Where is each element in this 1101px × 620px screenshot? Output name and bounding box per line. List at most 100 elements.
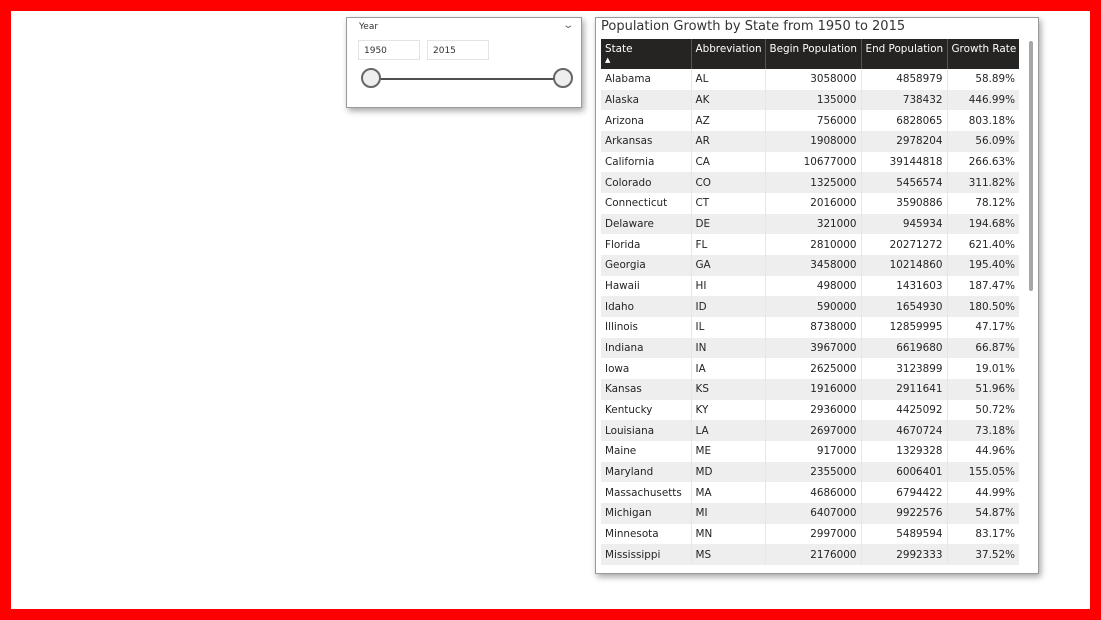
column-header-abbreviation[interactable]: Abbreviation [691, 39, 766, 69]
cell-state: Delaware [601, 213, 692, 235]
cell-begin-population: 2810000 [765, 234, 862, 256]
cell-begin-population: 10677000 [765, 151, 862, 173]
cell-state: California [601, 151, 692, 173]
cell-abbreviation: MA [691, 482, 766, 504]
cell-growth-rate: 621.40% [968, 238, 1015, 251]
table-row[interactable]: Illinois IL 8738000 12859995 47.17% [601, 317, 1019, 338]
slider-track[interactable] [371, 78, 565, 80]
vertical-scrollbar[interactable] [1029, 41, 1033, 291]
cell-end-population: 1431603 [861, 275, 948, 297]
column-header-begin-population[interactable]: Begin Population [765, 39, 862, 69]
cell-end-population: 6794422 [861, 482, 948, 504]
cell-end-population: 2978204 [861, 131, 948, 152]
column-header-state[interactable]: State ▲ [601, 39, 692, 69]
cell-end-population: 3590886 [861, 193, 948, 214]
cell-state: Indiana [601, 337, 692, 359]
frame-right-border [1090, 0, 1101, 620]
start-year-input[interactable]: 1950 [358, 40, 420, 60]
cell-growth-rate: 54.87% [947, 503, 1019, 524]
cell-end-population: 2992333 [861, 544, 948, 566]
cell-end-population: 2911641 [861, 379, 948, 400]
cell-abbreviation: MI [691, 503, 766, 524]
end-year-input[interactable]: 2015 [427, 40, 489, 60]
cell-end-population: 6828065 [861, 110, 948, 132]
table-row[interactable]: Alabama AL 3058000 4858979 58.89% [601, 69, 1019, 90]
cell-abbreviation: CA [691, 151, 766, 173]
table-row[interactable]: Alaska AK 135000 738432 446.99% [601, 89, 1019, 111]
cell-abbreviation: AZ [691, 110, 766, 132]
table-row[interactable]: Indiana IN 3967000 6619680 66.87% [601, 337, 1019, 359]
cell-growth-rate: 194.68% [947, 213, 1019, 235]
cell-begin-population: 2176000 [765, 544, 862, 566]
cell-begin-population: 2697000 [765, 420, 862, 442]
cell-state: Alabama [601, 69, 692, 90]
frame-top-border [0, 0, 1101, 11]
table-row[interactable]: Mississippi MS 2176000 2992333 37.52% [601, 544, 1019, 566]
table-row[interactable]: Delaware DE 321000 945934 194.68% [601, 213, 1019, 235]
cell-begin-population: 1908000 [765, 131, 862, 152]
table-row[interactable]: Georgia GA 3458000 10214860 195.40% [601, 255, 1019, 276]
column-header-label: State [605, 43, 633, 55]
cell-begin-population: 8738000 [765, 317, 862, 338]
column-header-growth-rate[interactable]: Growth Rate [947, 39, 1019, 69]
cell-state: Mississippi [601, 544, 692, 566]
table-row[interactable]: Florida FL 2810000 20271272 621.40% [601, 234, 1019, 256]
cell-begin-population: 917000 [765, 441, 862, 462]
table-row[interactable]: Kentucky KY 2936000 4425092 50.72% [601, 399, 1019, 421]
cell-begin-population: 4686000 [765, 482, 862, 504]
cell-abbreviation: MD [691, 461, 766, 483]
cell-growth-rate: 78.12% [975, 197, 1015, 210]
cell-state: Idaho [601, 296, 692, 318]
table-row[interactable]: Connecticut CT 2016000 3590886 78.12% [601, 193, 1019, 214]
cell-growth-rate: 311.82% [947, 172, 1019, 194]
table-row[interactable]: Michigan MI 6407000 9922576 54.87% [601, 503, 1019, 524]
cell-end-population: 6619680 [861, 337, 948, 359]
cell-growth-rate: 446.99% [947, 89, 1019, 111]
table-row[interactable]: California CA 10677000 39144818 266.63% [601, 151, 1019, 173]
cell-state: Minnesota [601, 523, 692, 545]
cell-abbreviation: KY [691, 399, 766, 421]
cell-growth-rate: 19.01% [975, 362, 1015, 375]
cell-state: Kentucky [601, 399, 692, 421]
cell-abbreviation: CO [691, 172, 766, 194]
table-row[interactable]: Maine ME 917000 1329328 44.96% [601, 441, 1019, 462]
table-row[interactable]: Kansas KS 1916000 2911641 51.96% [601, 379, 1019, 400]
table-row[interactable]: Iowa IA 2625000 3123899 19.01% [601, 358, 1019, 380]
cell-state: Arkansas [601, 131, 692, 152]
table-row[interactable]: Hawaii HI 498000 1431603 187.47% [601, 275, 1019, 297]
table-row[interactable]: Arizona AZ 756000 6828065 803.18% [601, 110, 1019, 132]
table-row[interactable]: Arkansas AR 1908000 2978204 56.09% [601, 131, 1019, 152]
end-slider-handle[interactable] [553, 68, 573, 88]
cell-abbreviation: GA [691, 255, 766, 276]
cell-end-population: 12859995 [861, 317, 948, 338]
table-row[interactable]: Louisiana LA 2697000 4670724 73.18% [601, 420, 1019, 442]
table-row[interactable]: Colorado CO 1325000 5456574 311.82% [601, 172, 1019, 194]
cell-growth-rate: 44.96% [975, 445, 1015, 458]
cell-end-population: 4425092 [861, 399, 948, 421]
table-row[interactable]: Idaho ID 590000 1654930 180.50% [601, 296, 1019, 318]
cell-state: Illinois [601, 317, 692, 338]
cell-end-population: 738432 [861, 89, 948, 111]
cell-begin-population: 2355000 [765, 461, 862, 483]
cell-begin-population: 3458000 [765, 255, 862, 276]
start-slider-handle[interactable] [361, 68, 381, 88]
table-row[interactable]: Maryland MD 2355000 6006401 155.05% [601, 461, 1019, 483]
cell-end-population: 5489594 [861, 523, 948, 545]
cell-state: Arizona [601, 110, 692, 132]
cell-abbreviation: AR [691, 131, 766, 152]
cell-state: Maryland [601, 461, 692, 483]
cell-state: Iowa [601, 358, 692, 380]
cell-end-population: 10214860 [861, 255, 948, 276]
cell-state: Georgia [601, 255, 692, 276]
column-header-end-population[interactable]: End Population [861, 39, 948, 69]
cell-begin-population: 1916000 [765, 379, 862, 400]
cell-abbreviation: FL [691, 234, 766, 256]
population-table-visual: Population Growth by State from 1950 to … [595, 17, 1039, 574]
cell-end-population: 945934 [861, 213, 948, 235]
table-row[interactable]: Minnesota MN 2997000 5489594 83.17% [601, 523, 1019, 545]
table-row[interactable]: Massachusetts MA 4686000 6794422 44.99% [601, 482, 1019, 504]
cell-growth-rate: 56.09% [947, 131, 1019, 152]
chevron-down-icon[interactable]: ⌄ [562, 20, 574, 31]
cell-growth-rate: 83.17% [975, 528, 1015, 541]
cell-begin-population: 2016000 [765, 193, 862, 214]
